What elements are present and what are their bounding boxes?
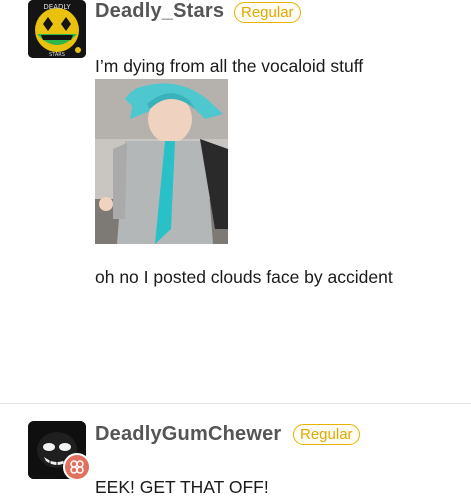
username[interactable]: Deadly_Stars bbox=[95, 0, 224, 23]
avatar-sublabel: STARS bbox=[49, 52, 65, 58]
deadly-stars-avatar-icon: DEADLY STARS bbox=[28, 0, 86, 58]
cosplay-photo-image bbox=[95, 79, 228, 244]
group-icon bbox=[63, 453, 91, 481]
username[interactable]: DeadlyGumChewer bbox=[95, 423, 281, 446]
post-message: EEK! GET THAT OFF! bbox=[95, 477, 269, 497]
avatar[interactable]: DEADLY STARS bbox=[28, 0, 86, 58]
avatar-label: DEADLY bbox=[43, 3, 71, 11]
post-message: I’m dying from all the vocaloid stuff bbox=[95, 56, 364, 76]
post-followup: oh no I posted clouds face by accident bbox=[95, 267, 393, 287]
user-badge: Regular bbox=[234, 2, 301, 23]
cosplay-photo[interactable] bbox=[95, 79, 228, 244]
user-badge: Regular bbox=[293, 424, 360, 445]
post-divider bbox=[0, 403, 471, 404]
